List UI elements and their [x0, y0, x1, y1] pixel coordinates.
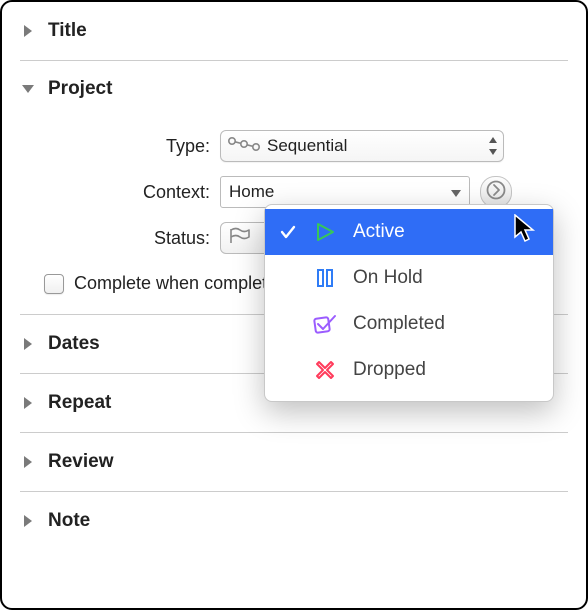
section-title-label: Dates — [48, 333, 100, 355]
type-label: Type: — [20, 136, 220, 157]
menu-item-label: Completed — [353, 313, 445, 335]
pause-icon — [311, 267, 339, 289]
chevron-down-icon — [449, 185, 463, 205]
section-title-label: Review — [48, 451, 113, 473]
section-header-title[interactable]: Title — [20, 2, 568, 61]
x-icon — [311, 359, 339, 381]
inspector-panel: { "sections": { "title": { "label": "Tit… — [0, 0, 588, 610]
play-icon — [311, 221, 339, 243]
chevron-right-icon — [20, 395, 36, 411]
checkbox-done-icon — [311, 313, 339, 335]
context-value: Home — [229, 182, 274, 202]
chevron-right-icon — [20, 23, 36, 39]
section-title-label: Title — [48, 20, 87, 42]
checkmark-icon — [279, 224, 297, 240]
type-popup[interactable]: Sequential — [220, 130, 504, 162]
chevron-down-icon — [20, 81, 36, 97]
sequential-icon — [227, 136, 261, 157]
section-header-review[interactable]: Review — [20, 433, 568, 492]
context-label: Context: — [20, 182, 220, 203]
section-header-project[interactable]: Project — [20, 65, 568, 113]
menu-item-label: Dropped — [353, 359, 426, 381]
stepper-icon — [487, 134, 499, 158]
flag-icon — [229, 227, 251, 250]
chevron-right-icon — [20, 513, 36, 529]
menu-item-label: On Hold — [353, 267, 423, 289]
type-value: Sequential — [261, 136, 353, 156]
chevron-right-icon — [20, 454, 36, 470]
status-menu-item-active[interactable]: Active — [265, 209, 553, 255]
section-title-label: Repeat — [48, 392, 111, 414]
complete-when-last-checkbox[interactable] — [44, 274, 64, 294]
section-title-label: Project — [48, 78, 112, 100]
status-menu-item-completed[interactable]: Completed — [265, 301, 553, 347]
status-menu-item-onhold[interactable]: On Hold — [265, 255, 553, 301]
row-type: Type: Sequential — [20, 125, 568, 167]
chevron-right-icon — [20, 336, 36, 352]
section-header-note[interactable]: Note — [20, 492, 568, 550]
status-label: Status: — [20, 228, 220, 249]
status-menu: Active On Hold Completed Dropped — [264, 204, 554, 402]
status-menu-item-dropped[interactable]: Dropped — [265, 347, 553, 393]
menu-item-label: Active — [353, 221, 405, 243]
arrow-right-circle-icon — [486, 180, 506, 205]
section-title-label: Note — [48, 510, 90, 532]
